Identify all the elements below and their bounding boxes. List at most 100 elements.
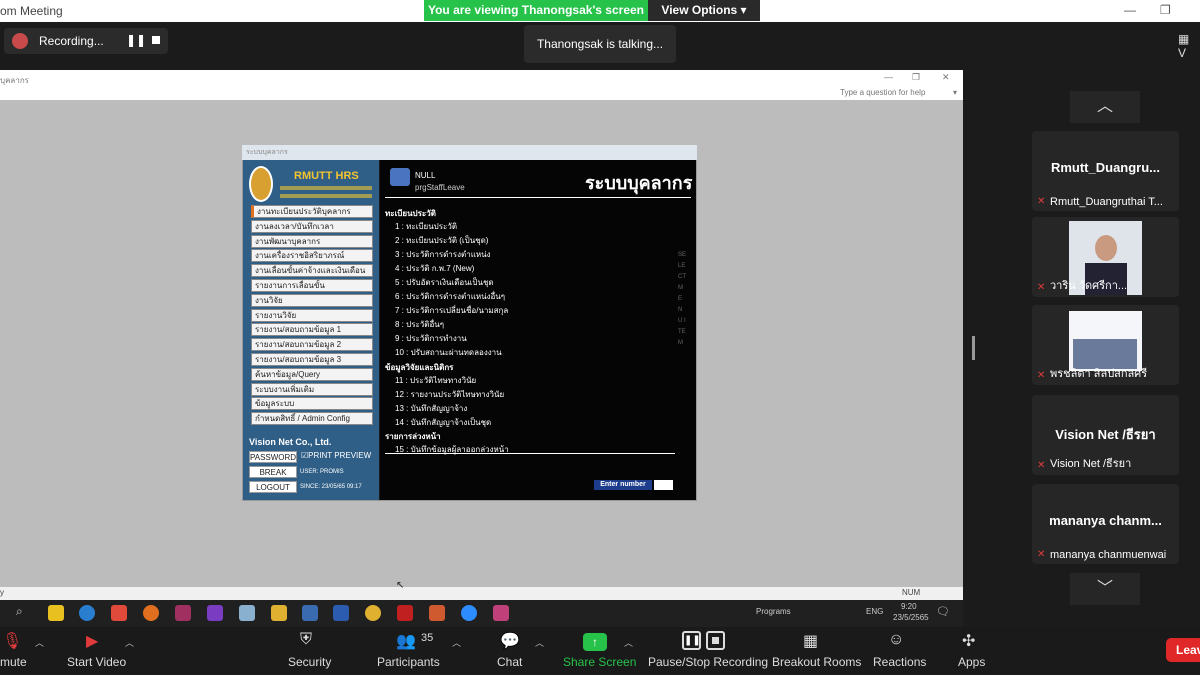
option-item[interactable]: 13 : บันทึกสัญญาจ้าง bbox=[395, 402, 467, 415]
option-item[interactable]: 3 : ประวัติการดำรงตำแหน่ง bbox=[395, 248, 491, 261]
help-search-input[interactable]: Type a question for help bbox=[840, 88, 925, 97]
clock-time[interactable]: 9:20 bbox=[901, 602, 917, 611]
option-item[interactable]: 2 : ทะเบียนประวัติ (เป็นชุด) bbox=[395, 234, 488, 247]
apps-icon[interactable]: ✣ bbox=[962, 631, 975, 651]
share-screen-button[interactable]: Share Screen bbox=[563, 655, 636, 669]
zoom-icon[interactable] bbox=[461, 605, 477, 621]
option-item[interactable]: 11 : ประวัติไทษทางวินัย bbox=[395, 374, 476, 387]
menu-item[interactable]: งานเลื่อนขั้นค่าจ้างและเงินเดือน bbox=[251, 264, 373, 278]
view-options-button[interactable]: View Options ▾ bbox=[648, 0, 760, 21]
search-icon[interactable]: ⌕ bbox=[16, 604, 23, 619]
option-item[interactable]: 9 : ประวัติการทำงาน bbox=[395, 332, 467, 345]
stop-icon[interactable] bbox=[152, 36, 160, 44]
menu-item[interactable]: งานทะเบียนประวัติบุคลากร bbox=[251, 205, 373, 218]
menu-item[interactable]: รายงาน/สอบถามข้อมูล 3 bbox=[251, 353, 373, 366]
participants-button[interactable]: Participants bbox=[377, 655, 440, 669]
chevron-down-icon[interactable]: ▾ bbox=[953, 88, 957, 97]
security-button[interactable]: Security bbox=[288, 655, 331, 669]
mute-label[interactable]: mute bbox=[0, 655, 27, 669]
option-item[interactable]: 10 : ปรับสถานะผ่านทดลองงาน bbox=[395, 346, 502, 359]
chat-button[interactable]: Chat bbox=[497, 655, 522, 669]
gallery-view-button[interactable]: ▦ V bbox=[1178, 32, 1200, 60]
menu-item[interactable]: รายงาน/สอบถามข้อมูล 2 bbox=[251, 338, 373, 352]
logout-button[interactable]: LOGOUT bbox=[249, 481, 297, 493]
participant-tile[interactable]: Rmutt_Duangru... ✕ Rmutt_Duangruthai T..… bbox=[1032, 131, 1179, 211]
participants-icon[interactable]: 👥 bbox=[396, 631, 416, 651]
option-item[interactable]: 5 : ปรับอัตราเงินเดือนเป็นชุด bbox=[395, 276, 494, 289]
option-item[interactable]: 12 : รายงานประวัติไทษทางวินัย bbox=[395, 388, 504, 401]
option-item[interactable]: 14 : บันทึกสัญญาจ้างเป็นชุด bbox=[395, 416, 491, 429]
visual-studio-icon[interactable] bbox=[207, 605, 223, 621]
start-video-button[interactable]: Start Video bbox=[67, 655, 126, 669]
file-explorer-icon[interactable] bbox=[271, 605, 287, 621]
chevron-up-icon[interactable]: ︿ bbox=[535, 636, 544, 649]
menu-item[interactable]: รายงานการเลื่อนขั้น bbox=[251, 279, 373, 292]
option-item[interactable]: 7 : ประวัติการเปลี่ยนชื่อ/นามสกุล bbox=[395, 304, 508, 317]
edge-icon[interactable] bbox=[79, 605, 95, 621]
language-indicator[interactable]: ENG bbox=[866, 607, 883, 616]
chevron-up-icon[interactable]: ︿ bbox=[452, 636, 461, 649]
chrome-icon[interactable] bbox=[365, 605, 381, 621]
notification-icon[interactable]: 🗨 bbox=[936, 605, 950, 618]
menu-item[interactable]: ข้อมูลระบบ bbox=[251, 397, 373, 411]
menu-item[interactable]: ค้นหาข้อมูล/Query bbox=[251, 367, 373, 381]
firefox-icon[interactable] bbox=[143, 605, 159, 621]
reactions-button[interactable]: Reactions bbox=[873, 655, 926, 669]
stop-icon[interactable] bbox=[706, 631, 725, 650]
menu-item[interactable]: รายงานวิจัย bbox=[251, 308, 373, 322]
option-item[interactable]: 6 : ประวัติการดำรงตำแหน่งอื่นๆ bbox=[395, 290, 505, 303]
chevron-up-icon[interactable]: ︿ bbox=[35, 636, 44, 649]
minimize-icon[interactable]: — bbox=[1124, 3, 1136, 17]
option-item[interactable]: 8 : ประวัติอื่นๆ bbox=[395, 318, 444, 331]
leave-button[interactable]: Leav bbox=[1166, 638, 1200, 662]
menu-item[interactable]: งานวิจัย bbox=[251, 293, 373, 307]
minimize-icon[interactable]: — bbox=[884, 72, 893, 82]
participant-tile[interactable]: ✕ วาริน วัดศรีกา... bbox=[1032, 217, 1179, 297]
pause-icon[interactable]: ❚❚ bbox=[126, 33, 146, 47]
menu-item[interactable]: กำหนดสิทธิ์ / Admin Config bbox=[251, 412, 373, 426]
participant-tile[interactable]: ✕ พรชลิตา สิลปสกลศรี bbox=[1032, 305, 1179, 385]
app-icon[interactable] bbox=[239, 605, 255, 621]
option-item[interactable]: 1 : ทะเบียนประวัติ bbox=[395, 220, 457, 233]
scroll-down-button[interactable]: ﹀ bbox=[1070, 573, 1140, 605]
clock-date[interactable]: 23/5/2565 bbox=[893, 613, 929, 622]
paint-icon[interactable] bbox=[493, 605, 509, 621]
pause-stop-recording-button[interactable]: Pause/Stop Recording bbox=[648, 655, 768, 669]
scroll-up-button[interactable]: ︿ bbox=[1070, 91, 1140, 123]
programs-label[interactable]: Programs bbox=[756, 607, 791, 616]
participant-tile[interactable]: mananya chanm... ✕ mananya chanmuenwai bbox=[1032, 484, 1179, 564]
powerpoint-icon[interactable] bbox=[429, 605, 445, 621]
apps-button[interactable]: Apps bbox=[958, 655, 985, 669]
menu-item[interactable]: งานพัฒนาบุคลากร bbox=[251, 234, 373, 248]
panel-resize-handle[interactable] bbox=[972, 336, 975, 360]
break-button[interactable]: BREAK bbox=[249, 466, 297, 478]
slides-icon[interactable] bbox=[111, 605, 127, 621]
menu-item[interactable]: รายงาน/สอบถามข้อมูล 1 bbox=[251, 323, 373, 337]
chat-icon[interactable]: 💬 bbox=[500, 631, 520, 651]
menu-item[interactable]: งานเครื่องราชอิสริยาภรณ์ bbox=[251, 249, 373, 263]
video-off-icon[interactable]: ▶ bbox=[86, 631, 98, 651]
option-item[interactable]: 15 : บันทึกข้อมูลผู้ลาออกล่วงหน้า bbox=[395, 443, 509, 456]
restore-icon[interactable]: ❐ bbox=[1160, 3, 1171, 17]
menu-item[interactable]: ระบบงานเพิ่มเติม bbox=[251, 382, 373, 396]
media-player-icon[interactable] bbox=[175, 605, 191, 621]
breakout-rooms-button[interactable]: Breakout Rooms bbox=[772, 655, 861, 669]
reactions-icon[interactable]: ☺ bbox=[888, 631, 904, 649]
chevron-up-icon[interactable]: ︿ bbox=[125, 636, 134, 649]
chevron-up-icon[interactable]: ︿ bbox=[624, 636, 633, 649]
password-button[interactable]: PASSWORD bbox=[249, 451, 297, 463]
restore-icon[interactable]: ❐ bbox=[912, 72, 920, 83]
mic-muted-icon[interactable]: 🎙 bbox=[2, 631, 22, 651]
sticky-notes-icon[interactable] bbox=[48, 605, 64, 621]
number-input[interactable] bbox=[654, 480, 673, 490]
participant-tile[interactable]: Vision Net /ธีรยา ✕ Vision Net /ธีรยา bbox=[1032, 395, 1179, 475]
share-screen-icon[interactable]: ↑ bbox=[583, 633, 607, 651]
menu-item[interactable]: งานลงเวลา/บันทึกเวลา bbox=[251, 219, 373, 233]
shield-icon[interactable]: ⛨ bbox=[300, 631, 312, 649]
print-preview-checkbox[interactable]: ☑PRINT PREVIEW bbox=[301, 451, 371, 460]
option-item[interactable]: 4 : ประวัติ ก.พ.7 (New) bbox=[395, 262, 474, 275]
remote-desktop-icon[interactable] bbox=[302, 605, 318, 621]
acrobat-icon[interactable] bbox=[397, 605, 413, 621]
word-icon[interactable] bbox=[333, 605, 349, 621]
breakout-rooms-icon[interactable]: ▦ bbox=[803, 631, 818, 651]
